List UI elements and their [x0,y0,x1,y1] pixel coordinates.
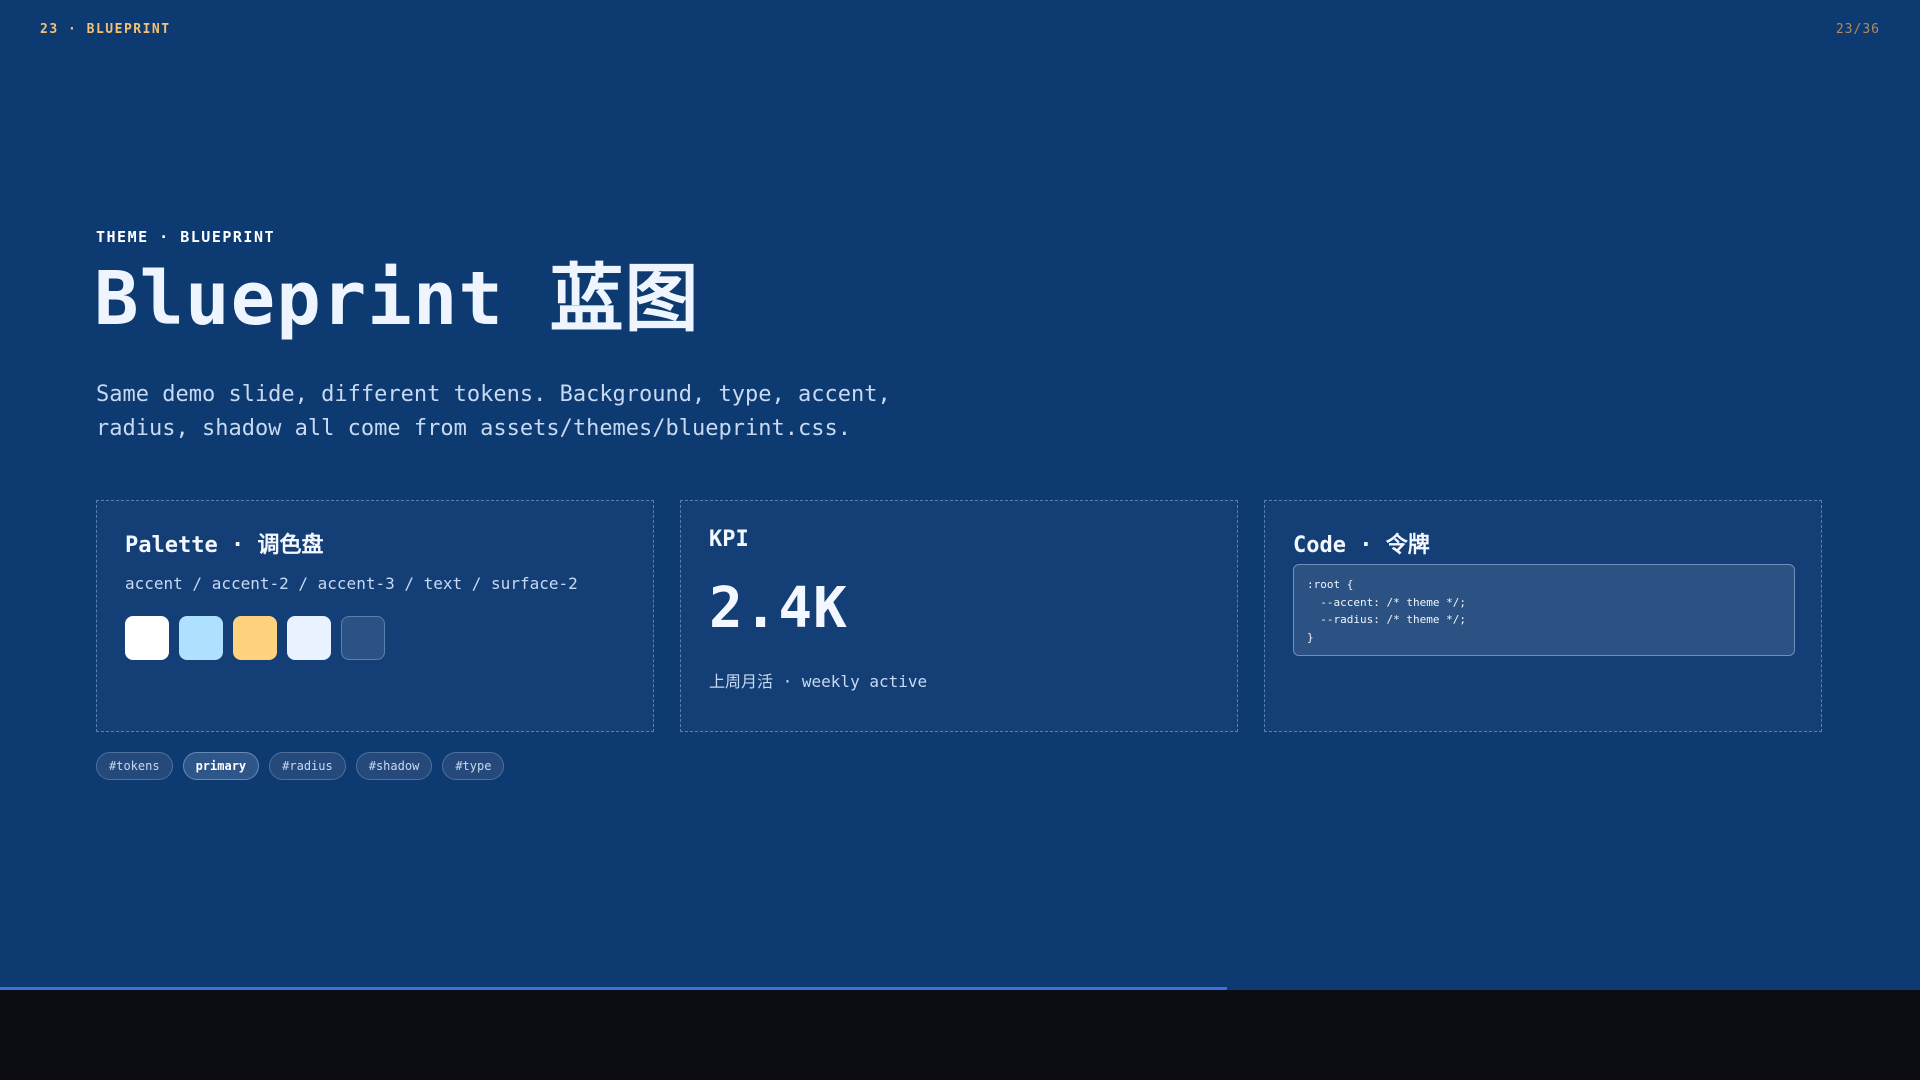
code-line: } [1307,630,1314,644]
tag-list: #tokens primary #radius #shadow #type [96,752,505,780]
kpi-card-title: KPI [709,527,749,552]
tag-tokens[interactable]: #tokens [96,752,173,780]
code-line: --radius: /* theme */; [1307,613,1466,626]
kpi-card: KPI 2.4K 上周月活 · weekly active [680,500,1238,732]
slide-counter: 23/36 [1835,22,1880,37]
slide-subtitle: Same demo slide, different tokens. Backg… [96,378,996,446]
kpi-value: 2.4K [709,576,848,641]
palette-token-list: accent / accent-2 / accent-3 / text / su… [125,574,578,593]
palette-card-title: Palette · 调色盘 [125,533,324,558]
palette-swatches [125,616,385,660]
code-line: :root { [1307,578,1354,591]
swatch-accent [125,616,169,660]
tag-radius[interactable]: #radius [269,752,346,780]
swatch-text [287,616,331,660]
swatch-surface-2 [341,616,385,660]
tag-primary[interactable]: primary [182,752,260,780]
subtitle-line-2: radius, shadow all come from assets/them… [96,416,851,441]
code-card: Code · 令牌 :root { --accent: /* theme */;… [1264,500,1822,732]
code-line: --accent: /* theme */; [1307,595,1466,609]
swatch-accent-3 [233,616,277,660]
theme-eyebrow: THEME · BLUEPRINT [96,228,276,246]
slide-section-label: 23 · BLUEPRINT [40,22,171,37]
swatch-accent-2 [179,616,223,660]
subtitle-line-1: Same demo slide, different tokens. Backg… [96,382,891,407]
slide: 23 · BLUEPRINT 23/36 THEME · BLUEPRINT B… [0,0,1920,990]
bottom-strip [0,990,1920,1080]
code-block: :root { --accent: /* theme */; --radius:… [1293,564,1795,656]
slide-title: Blueprint 蓝图 [94,256,700,342]
kpi-caption: 上周月活 · weekly active [709,672,928,691]
tag-type[interactable]: #type [442,752,505,780]
palette-card: Palette · 调色盘 accent / accent-2 / accent… [96,500,654,732]
code-card-title: Code · 令牌 [1293,533,1430,558]
tag-shadow[interactable]: #shadow [355,752,433,780]
